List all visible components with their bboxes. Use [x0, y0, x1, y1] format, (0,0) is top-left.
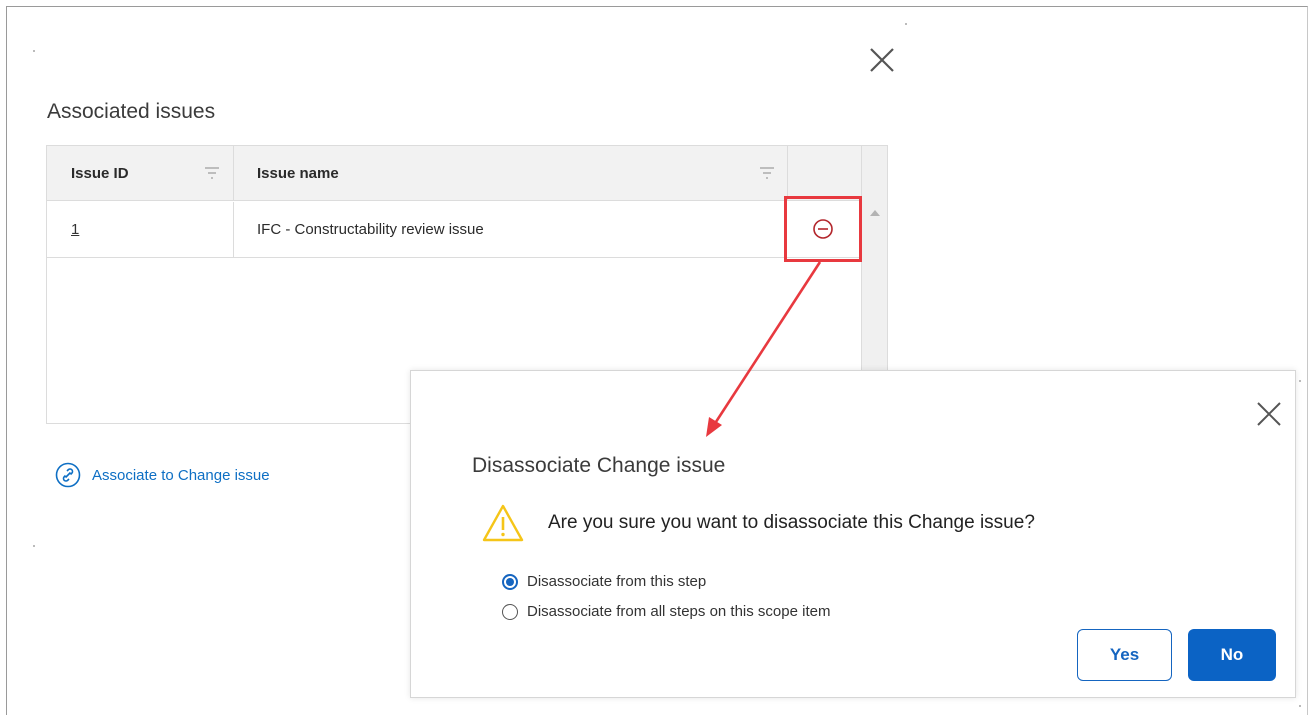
- dialog-question: Are you sure you want to disassociate th…: [548, 512, 1035, 533]
- section-title: Associated issues: [47, 100, 216, 123]
- warning-icon: [482, 504, 524, 542]
- remove-issue-button[interactable]: [784, 196, 862, 262]
- disassociate-dialog: Disassociate Change issue Are you sure y…: [410, 370, 1296, 698]
- column-header-issue-id[interactable]: Issue ID: [71, 146, 129, 201]
- column-header-issue-name[interactable]: Issue name: [257, 146, 339, 201]
- no-button[interactable]: No: [1188, 629, 1276, 681]
- grid-header: Issue ID Issue name: [47, 146, 861, 201]
- close-icon[interactable]: [1254, 399, 1284, 429]
- filter-icon[interactable]: [204, 166, 220, 180]
- radio-this-step[interactable]: [502, 573, 518, 590]
- associate-link-label: Associate to Change issue: [92, 466, 270, 484]
- associate-to-change-issue-link[interactable]: Associate to Change issue: [55, 462, 270, 488]
- close-icon[interactable]: [867, 45, 897, 75]
- option-label: Disassociate from all steps on this scop…: [527, 603, 831, 620]
- scroll-up-arrow-icon[interactable]: [870, 210, 880, 216]
- link-icon: [55, 462, 81, 488]
- yes-button[interactable]: Yes: [1077, 629, 1172, 681]
- issue-name-cell: IFC - Constructability review issue: [257, 221, 484, 238]
- option-label: Disassociate from this step: [527, 573, 707, 590]
- dialog-title: Disassociate Change issue: [472, 454, 726, 477]
- radio-all-steps[interactable]: [502, 603, 518, 620]
- minus-circle-icon: [813, 219, 833, 239]
- filter-icon[interactable]: [759, 166, 775, 180]
- option-all-steps[interactable]: Disassociate from all steps on this scop…: [502, 603, 830, 620]
- option-this-step[interactable]: Disassociate from this step: [502, 573, 706, 590]
- issue-id-link[interactable]: 1: [71, 202, 79, 258]
- table-row: 1 IFC - Constructability review issue: [47, 202, 861, 258]
